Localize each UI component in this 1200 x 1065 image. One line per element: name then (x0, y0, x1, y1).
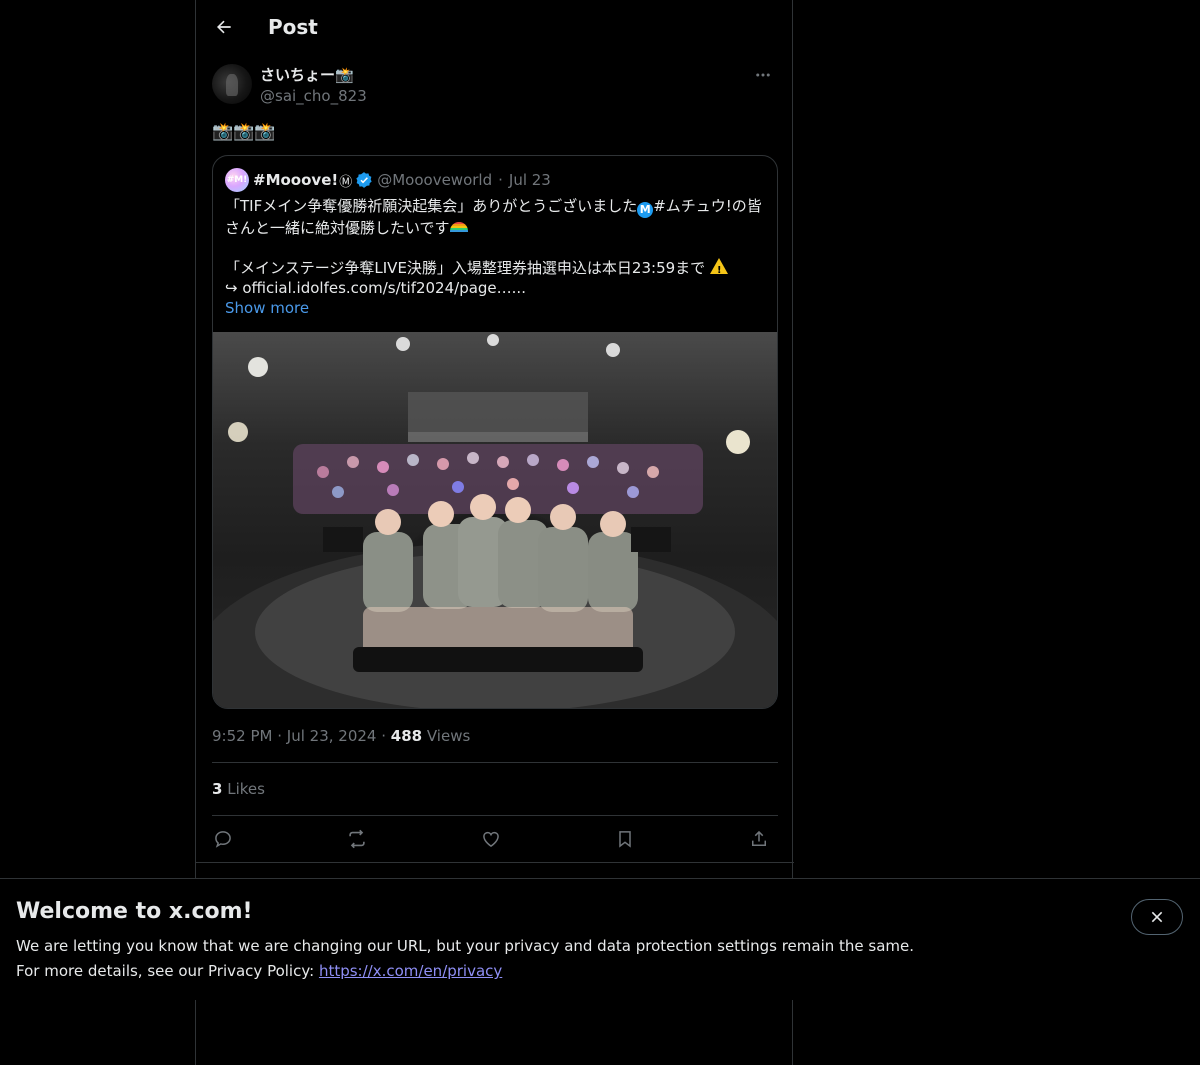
close-icon (1151, 911, 1163, 923)
share-icon (752, 830, 766, 846)
quote-avatar[interactable]: #M! (225, 168, 249, 192)
reply-icon (215, 831, 231, 848)
warning-emoji-icon: ! (709, 258, 728, 276)
more-options-button[interactable] (748, 64, 778, 86)
share-button[interactable] (746, 826, 772, 852)
banner-line-1: We are letting you know that we are chan… (16, 937, 915, 955)
quote-text: 「TIFメイン争奪優勝祈願決起集会」ありがとうございました M #ムチュウ!の皆 さ… (225, 196, 767, 318)
quote-handle[interactable]: @Moooveworld (377, 171, 492, 189)
quote-header: #M! #Mooove! Ⓜ @Moooveworld · Jul 23 (225, 168, 765, 192)
banner-line-2: For more details, see our Privacy Policy… (16, 962, 319, 980)
page-title: Post (268, 15, 318, 39)
likes-link[interactable]: 3 Likes (212, 778, 265, 800)
more-icon (756, 73, 770, 77)
quote-line-3: 「メインステージ争奪LIVE決勝」入場整理券抽選申込は本日23:59まで (225, 259, 706, 277)
banner-title: Welcome to x.com! (16, 899, 253, 924)
close-banner-button[interactable] (1131, 899, 1183, 935)
likes-count: 3 (212, 780, 223, 798)
quote-line-1a: 「TIFメイン争奪優勝祈願決起集会」ありがとうございました (225, 197, 638, 215)
quoted-post[interactable]: #M! #Mooove! Ⓜ @Moooveworld · Jul 23 「TI… (212, 155, 778, 709)
views-count: 488 (390, 727, 423, 745)
action-bar (212, 826, 778, 852)
post-text: 📸📸📸 (212, 122, 276, 142)
heart-icon (483, 831, 499, 847)
avatar[interactable] (212, 64, 252, 104)
bookmark-button[interactable] (612, 826, 638, 852)
divider (212, 815, 778, 816)
reply-button[interactable] (210, 826, 236, 852)
post-date[interactable]: Jul 23, 2024 (287, 727, 377, 745)
separator-dot: · (498, 171, 503, 189)
divider (212, 762, 778, 763)
back-button[interactable] (208, 11, 240, 43)
quote-name[interactable]: #Mooove! (253, 171, 338, 189)
quote-line-2: さんと一緒に絶対優勝したいです (225, 219, 450, 237)
arrow-left-icon (217, 20, 231, 34)
privacy-policy-link[interactable]: https://x.com/en/privacy (319, 962, 502, 980)
banner-text: We are letting you know that we are chan… (16, 934, 1016, 984)
author-handle[interactable]: @sai_cho_823 (260, 85, 367, 107)
repost-button[interactable] (344, 826, 370, 852)
url-change-banner: Welcome to x.com! We are letting you kno… (0, 878, 1200, 1000)
rainbow-emoji-icon (449, 222, 468, 232)
repost-icon (349, 829, 365, 849)
top-bar: Post (196, 0, 794, 54)
quote-link-line[interactable]: ↪ official.idolfes.com/s/tif2024/page…..… (225, 278, 767, 298)
author-display-name[interactable]: さいちょー📸 (260, 64, 354, 86)
quote-photo[interactable] (213, 332, 777, 708)
likes-label: Likes (227, 780, 265, 798)
quote-name-badge: Ⓜ (339, 174, 353, 190)
separator-dot: · (381, 727, 391, 745)
post-time[interactable]: 9:52 PM (212, 727, 272, 745)
post-author: さいちょー📸 @sai_cho_823 (212, 64, 778, 108)
like-button[interactable] (478, 826, 504, 852)
post-meta: 9:52 PM · Jul 23, 2024 · 488 Views (212, 725, 470, 747)
bookmark-icon (619, 831, 631, 848)
show-more-link[interactable]: Show more (225, 298, 767, 318)
quote-date[interactable]: Jul 23 (509, 171, 551, 189)
separator-dot: · (277, 727, 287, 745)
divider (196, 862, 794, 863)
m-emoji-icon: M (637, 202, 654, 218)
views-label: Views (426, 727, 471, 745)
quote-line-1b: #ムチュウ!の皆 (653, 197, 762, 215)
verified-badge-icon (355, 171, 373, 189)
